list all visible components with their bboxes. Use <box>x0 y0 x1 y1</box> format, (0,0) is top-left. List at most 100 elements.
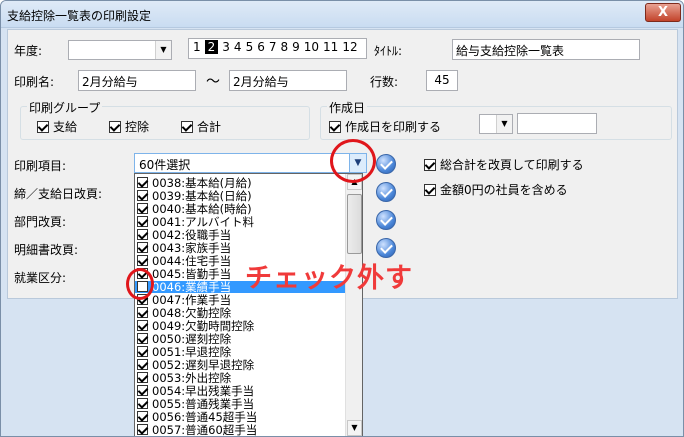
group-checkbox-goukei[interactable]: 合計 <box>181 118 221 135</box>
list-item-label: 0039:基本給(日給) <box>152 189 252 203</box>
print-group-title: 印刷グループ <box>27 99 103 116</box>
checkbox-icon[interactable] <box>137 203 148 214</box>
checkbox-icon[interactable] <box>137 216 148 227</box>
scroll-thumb[interactable] <box>347 194 362 254</box>
rows-label: 行数: <box>370 75 399 89</box>
checkbox-icon[interactable] <box>137 346 148 357</box>
month-5[interactable]: 5 <box>246 40 254 54</box>
list-item[interactable]: 0052:遅刻早退控除 <box>135 359 345 371</box>
list-item[interactable]: 0049:欠勤時間控除 <box>135 320 345 332</box>
title-input[interactable]: 給与支給控除一覧表 <box>452 39 640 60</box>
list-item[interactable]: 0047:作業手当 <box>135 294 345 306</box>
month-selector[interactable]: 1 2 3 4 5 6 7 8 9 10 11 12 <box>188 38 367 59</box>
range-separator: ～ <box>206 74 220 90</box>
close-button[interactable]: X <box>645 3 681 22</box>
list-item-label: 0054:早出残業手当 <box>152 384 255 398</box>
month-11[interactable]: 11 <box>323 40 338 54</box>
list-item-label: 0055:普通残業手当 <box>152 397 255 411</box>
checkbox-icon[interactable] <box>137 242 148 253</box>
list-item-label: 0047:作業手当 <box>152 293 232 307</box>
check-circle-icon[interactable] <box>376 182 396 202</box>
list-item-label: 0056:普通45超手当 <box>152 410 258 424</box>
checkbox-icon[interactable] <box>424 159 436 171</box>
date-era-combobox[interactable]: ▼ <box>479 114 513 134</box>
checkbox-icon[interactable] <box>137 190 148 201</box>
print-name-label: 印刷名: <box>14 75 55 89</box>
checkbox-icon[interactable] <box>137 372 148 383</box>
checkbox-icon[interactable] <box>137 385 148 396</box>
annotation-ring-dropdown <box>330 139 376 183</box>
print-date-checkbox[interactable]: 作成日を印刷する <box>329 118 441 135</box>
checkbox-icon[interactable] <box>137 307 148 318</box>
checkbox-icon[interactable] <box>424 184 436 196</box>
month-7[interactable]: 7 <box>269 40 277 54</box>
print-name-to-input[interactable]: 2月分給与 <box>229 70 347 91</box>
work-category-label: 就業区分: <box>14 271 67 285</box>
checkbox-icon[interactable] <box>137 359 148 370</box>
rows-input[interactable]: 45 <box>426 70 458 91</box>
check-circle-icon[interactable] <box>376 210 396 230</box>
checkbox-icon[interactable] <box>137 229 148 240</box>
list-item[interactable]: 0039:基本給(日給) <box>135 190 345 202</box>
list-item-label: 0040:基本給(時給) <box>152 202 252 216</box>
list-item-label: 0052:遅刻早退控除 <box>152 358 255 372</box>
list-item[interactable]: 0042:役職手当 <box>135 229 345 241</box>
check-circle-icon[interactable] <box>376 238 396 258</box>
created-date-title: 作成日 <box>327 99 368 116</box>
list-item[interactable]: 0040:基本給(時給) <box>135 203 345 215</box>
month-1[interactable]: 1 <box>193 40 201 54</box>
date-input[interactable] <box>517 113 597 134</box>
checkbox-icon[interactable] <box>137 177 148 188</box>
checkbox-icon[interactable] <box>137 424 148 435</box>
list-item[interactable]: 0050:遅刻控除 <box>135 333 345 345</box>
list-item[interactable]: 0053:外出控除 <box>135 372 345 384</box>
print-name-from-input[interactable]: 2月分給与 <box>78 70 196 91</box>
checkbox-icon[interactable] <box>137 333 148 344</box>
list-item[interactable]: 0041:アルバイト料 <box>135 216 345 228</box>
checkbox-icon[interactable] <box>137 398 148 409</box>
option-include-zero[interactable]: 金額0円の社員を含める <box>424 181 568 198</box>
month-9[interactable]: 9 <box>292 40 300 54</box>
month-2[interactable]: 2 <box>204 40 219 54</box>
created-date-box: 作成日 作成日を印刷する ▼ <box>320 99 672 140</box>
chevron-down-icon[interactable]: ▼ <box>155 41 171 59</box>
list-item[interactable]: 0054:早出残業手当 <box>135 385 345 397</box>
checkbox-icon[interactable] <box>137 255 148 266</box>
list-item[interactable]: 0056:普通45超手当 <box>135 411 345 423</box>
month-10[interactable]: 10 <box>304 40 319 54</box>
list-item-label: 0045:皆勤手当 <box>152 267 232 281</box>
list-item[interactable]: 0043:家族手当 <box>135 242 345 254</box>
checkbox-icon[interactable] <box>181 121 193 133</box>
list-item[interactable]: 0057:普通60超手当 <box>135 424 345 436</box>
checkbox-icon[interactable] <box>329 121 341 133</box>
month-3[interactable]: 3 <box>222 40 230 54</box>
checkbox-icon[interactable] <box>137 411 148 422</box>
print-items-list[interactable]: 0038:基本給(月給) 0039:基本給(日給) 0040:基本給(時給) 0041… <box>134 173 363 436</box>
list-item-label: 0043:家族手当 <box>152 241 232 255</box>
list-item[interactable]: 0051:早退控除 <box>135 346 345 358</box>
list-item[interactable]: 0038:基本給(月給) <box>135 177 345 189</box>
year-combobox[interactable]: ▼ <box>68 40 172 60</box>
checkbox-icon[interactable] <box>137 320 148 331</box>
option-total-pagebreak[interactable]: 総合計を改頁して印刷する <box>424 156 584 173</box>
scrollbar[interactable]: ▲ ▼ <box>345 174 362 436</box>
list-item[interactable]: 0055:普通残業手当 <box>135 398 345 410</box>
list-item-label: 0050:遅刻控除 <box>152 332 232 346</box>
group-checkbox-koujo[interactable]: 控除 <box>109 118 149 135</box>
month-4[interactable]: 4 <box>234 40 242 54</box>
list-item-label: 0057:普通60超手当 <box>152 423 258 437</box>
month-8[interactable]: 8 <box>280 40 288 54</box>
list-item[interactable]: 0048:欠勤控除 <box>135 307 345 319</box>
month-12[interactable]: 12 <box>342 40 357 54</box>
checkbox-icon[interactable] <box>109 121 121 133</box>
scroll-down-icon[interactable]: ▼ <box>347 420 362 436</box>
chevron-down-icon[interactable]: ▼ <box>496 115 512 133</box>
check-circle-icon[interactable] <box>376 154 396 174</box>
print-group-box: 印刷グループ 支給 控除 合計 <box>20 99 310 140</box>
list-item-label: 0053:外出控除 <box>152 371 232 385</box>
group-checkbox-shikyu[interactable]: 支給 <box>37 118 77 135</box>
month-6[interactable]: 6 <box>257 40 265 54</box>
list-item-label: 0048:欠勤控除 <box>152 306 232 320</box>
checkbox-icon[interactable] <box>37 121 49 133</box>
dialog-window: 支給控除一覧表の印刷設定 X 年度: ▼ 1 2 3 4 5 6 7 8 9 10 11 12 ﾀｲﾄ… <box>0 0 684 437</box>
